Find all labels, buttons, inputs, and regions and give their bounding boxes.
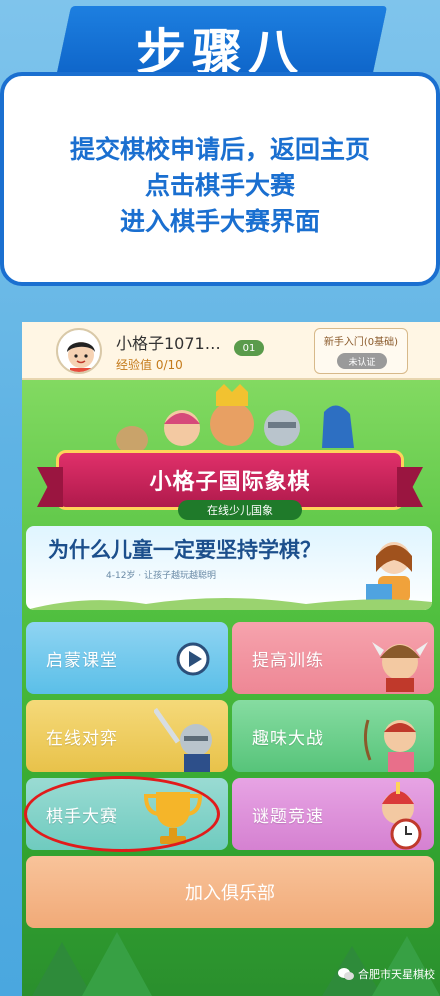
instruction-line-2: 点击棋手大赛 [144, 171, 295, 200]
chess-characters-illustration [116, 384, 354, 454]
slogan-subtitle: 4-12岁 · 让孩子越玩越聪明 [106, 571, 217, 581]
newbie-entry[interactable]: 新手入门(0基础) 未认证 [314, 328, 408, 374]
instruction-card: 提交棋校申请后，返回主页 点击棋手大赛 进入棋手大赛界面 [0, 72, 440, 286]
archer-character-icon [363, 719, 416, 772]
tile-label: 趣味大战 [252, 729, 324, 749]
tile-label: 在线对弈 [46, 729, 118, 749]
tile-label: 提高训练 [252, 651, 324, 671]
join-club-button[interactable]: 加入俱乐部 [26, 856, 434, 928]
slogan-banner[interactable]: 为什么儿童一定要坚持学棋？ 4-12岁 · 让孩子越玩越聪明 [26, 526, 432, 610]
app-screenshot: 小格子1071… 01 经验值 0/10 新手入门(0基础) 未认证 小格子国际… [22, 322, 440, 996]
avatar[interactable] [56, 328, 102, 374]
tile-puzzle-race[interactable]: 谜题竞速 [232, 778, 434, 850]
tile-label: 启蒙课堂 [46, 651, 118, 671]
join-club-label: 加入俱乐部 [185, 883, 275, 904]
viking-character-icon [372, 642, 428, 692]
tile-advanced-training[interactable]: 提高训练 [232, 622, 434, 694]
certification-button[interactable]: 未认证 [337, 353, 387, 369]
watermark-text: 合肥市天星棋校 [358, 968, 435, 981]
grass-decoration [26, 598, 432, 610]
experience-text: 经验值 0/10 [116, 358, 183, 372]
play-icon [176, 642, 210, 676]
tile-enlightenment-class[interactable]: 启蒙课堂 [26, 622, 228, 694]
level-badge: 01 [234, 340, 264, 356]
user-name: 小格子1071… [116, 334, 221, 353]
highlight-circle [24, 776, 220, 852]
instruction-line-3: 进入棋手大赛界面 [119, 207, 320, 236]
trees-decoration [32, 932, 440, 996]
tile-fun-battle[interactable]: 趣味大战 [232, 700, 434, 772]
newbie-label: 新手入门(0基础) [323, 337, 399, 348]
wechat-icon [338, 968, 354, 980]
slogan-title: 为什么儿童一定要坚持学棋？ [48, 538, 321, 562]
hero-subtitle: 在线少儿国象 [178, 500, 302, 520]
instruction-line-1: 提交棋校申请后，返回主页 [69, 135, 370, 164]
app-header: 小格子1071… 01 经验值 0/10 新手入门(0基础) 未认证 [22, 322, 440, 380]
child-avatar-icon [67, 342, 95, 372]
watermark: 合肥市天星棋校 [338, 966, 435, 982]
tile-label: 谜题竞速 [252, 807, 324, 827]
bishop-clock-character-icon [382, 782, 422, 850]
tile-online-play[interactable]: 在线对弈 [26, 700, 228, 772]
knight-character-icon [154, 707, 212, 772]
